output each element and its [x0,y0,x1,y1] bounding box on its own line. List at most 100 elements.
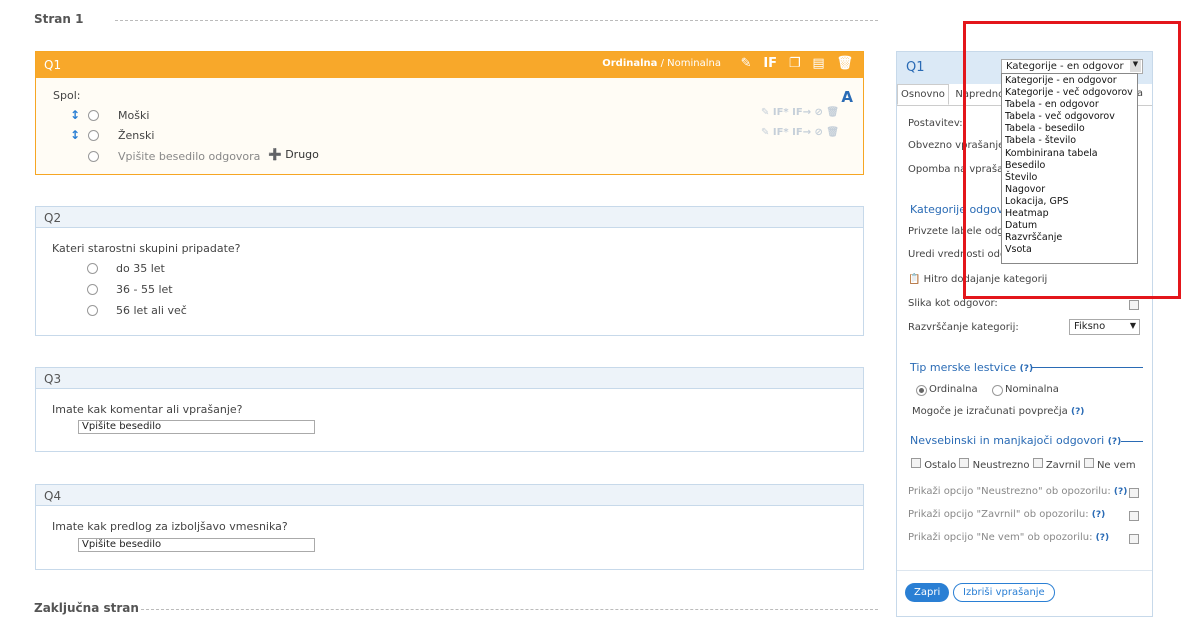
slika-checkbox[interactable] [1129,300,1139,310]
radio-option [88,130,99,141]
ordinalna-label: Ordinalna [929,384,978,395]
radio-option [88,110,99,121]
if-arrow-icon[interactable]: IF→ [792,127,811,138]
option-label: do 35 let [116,262,165,275]
radio-option[interactable] [87,263,98,274]
page-divider [141,609,878,610]
text-answer-field[interactable]: Vpišite besedilo [78,420,315,434]
if-icon[interactable]: IF [763,56,777,71]
prikazi-label: Prikaži opcijo "Zavrnil" ob opozorilu: [908,509,1089,520]
ostalo-label: Ostalo [924,460,957,471]
help-link[interactable]: (?) [1071,407,1084,417]
ordinalna-radio[interactable] [916,385,927,396]
help-link[interactable]: (?) [1020,364,1033,374]
scale-ordinal-link[interactable]: Ordinalna [602,58,657,69]
question-q4[interactable]: Q4 Imate kak predlog za izboljšavo vmesn… [35,484,864,570]
razvrscanje-label: Razvrščanje kategorij: [908,322,1019,333]
add-other-label: Drugo [285,148,319,161]
razvrscanje-value: Fiksno [1074,321,1106,332]
prikazi-zavrnil-checkbox[interactable] [1129,511,1139,521]
postavitev-label: Postavitev: [908,118,963,129]
section-tip-merske: Tip merske lestvice (?) [910,361,1033,374]
plus-circle-icon: ➕ [268,148,282,161]
help-link[interactable]: (?) [1114,487,1127,497]
prikazi-label: Prikaži opcijo "Ne vem" ob opozorilu: [908,532,1093,543]
if-arrow-icon[interactable]: IF→ [792,107,811,118]
panel-footer-divider [897,570,1152,571]
option-label[interactable]: Moški [118,109,149,122]
nevsebinski-label: Nevsebinski in manjkajoči odgovori [910,434,1105,447]
help-link[interactable]: (?) [1096,533,1109,543]
page-divider [115,20,878,21]
prikazi-neustrezno-checkbox[interactable] [1129,488,1139,498]
question-text: Kateri starostni skupini pripadate? [52,242,241,255]
povprecja-label: Mogoče je izračunati povprečja [912,406,1068,417]
question-text[interactable]: Spol: [53,89,80,102]
question-header: Q1 Ordinalna / Nominalna ✎ IF ❐ ▤ 🗑 [36,52,863,78]
nominalna-radio[interactable] [992,385,1003,396]
povprecja-text: Mogoče je izračunati povprečja (?) [912,406,1084,417]
new-option-input[interactable]: Vpišite besedilo odgovora [118,150,260,163]
zavrnil-checkbox[interactable] [1032,458,1043,468]
question-q3[interactable]: Q3 Imate kak komentar ali vprašanje? Vpi… [35,367,864,452]
question-q1[interactable]: Q1 Ordinalna / Nominalna ✎ IF ❐ ▤ 🗑 Spol… [35,51,864,175]
font-icon[interactable]: A [841,88,853,106]
prikazi-zavrnil: Prikaži opcijo "Zavrnil" ob opozorilu: (… [908,509,1105,520]
ostalo-checkbox[interactable] [911,458,921,468]
scale-nominal-link[interactable]: Nominalna [667,58,721,69]
if-star-icon[interactable]: IF* [773,127,789,138]
drag-handle-icon[interactable]: ↕ [70,128,80,142]
page-title-final: Zaključna stran [34,601,139,615]
question-header: Q4 [36,485,863,506]
nevsebinski-options: Ostalo Neustrezno Zavrnil Ne vem [911,458,1136,471]
help-link[interactable]: (?) [1092,510,1105,520]
section-line [1121,441,1143,442]
prikazi-label: Prikaži opcijo "Neustrezno" ob opozorilu… [908,486,1111,497]
option-label: 36 - 55 let [116,283,173,296]
prikazi-nevem-checkbox[interactable] [1129,534,1139,544]
preview-icon[interactable]: ▤ [812,56,824,71]
prikazi-neustrezno: Prikaži opcijo "Neustrezno" ob opozorilu… [908,486,1127,497]
scale-separator: / [660,58,664,69]
question-header: Q2 [36,207,863,228]
radio-option[interactable] [87,284,98,295]
nevem-checkbox[interactable] [1083,458,1094,468]
text-answer-field[interactable]: Vpišite besedilo [78,538,315,552]
radio-option[interactable] [87,305,98,316]
page-title: Stran 1 [34,12,84,26]
slika-label: Slika kot odgovor: [908,298,998,309]
chevron-down-icon: ▼ [1129,321,1136,330]
question-q2[interactable]: Q2 Kateri starostni skupini pripadate? d… [35,206,864,336]
question-header: Q3 [36,368,863,389]
help-link[interactable]: (?) [1108,437,1121,447]
option-label: 56 let ali več [116,304,187,317]
option-label[interactable]: Ženski [118,129,154,142]
trash-icon[interactable]: 🗑 [836,56,853,71]
option-tools[interactable]: ✎ IF* IF→ ⊘ 🗑 [761,107,839,118]
question-text: Imate kak komentar ali vprašanje? [52,403,243,416]
neustrezno-checkbox[interactable] [959,458,970,468]
question-id: Q1 [44,58,62,72]
pencil-icon[interactable]: ✎ [741,56,752,71]
radio-option [88,151,99,162]
copy-icon[interactable]: ❐ [789,56,801,71]
close-button[interactable]: Zapri [905,583,950,602]
tip-section-label: Tip merske lestvice [910,361,1017,374]
section-line [1031,367,1143,368]
neustrezno-label: Neustrezno [972,460,1030,471]
highlight-annotation [963,21,1181,299]
zavrnil-label: Zavrnil [1045,460,1081,471]
clipboard-icon: 📋 [908,274,921,285]
section-nevsebinski: Nevsebinski in manjkajoči odgovori (?) [910,434,1121,447]
nominalna-label: Nominalna [1005,384,1059,395]
prikazi-nevem: Prikaži opcijo "Ne vem" ob opozorilu: (?… [908,532,1109,543]
razvrscanje-select[interactable]: Fiksno ▼ [1069,319,1140,335]
question-text: Imate kak predlog za izboljšavo vmesnika… [52,520,288,533]
tab-osnovno[interactable]: Osnovno [897,84,949,105]
add-other-button[interactable]: ➕ Drugo [268,148,319,161]
delete-question-button[interactable]: Izbriši vprašanje [953,583,1055,602]
if-star-icon[interactable]: IF* [773,107,789,118]
option-tools[interactable]: ✎ IF* IF→ ⊘ 🗑 [761,127,839,138]
nevem-label: Ne vem [1096,460,1136,471]
drag-handle-icon[interactable]: ↕ [70,108,80,122]
